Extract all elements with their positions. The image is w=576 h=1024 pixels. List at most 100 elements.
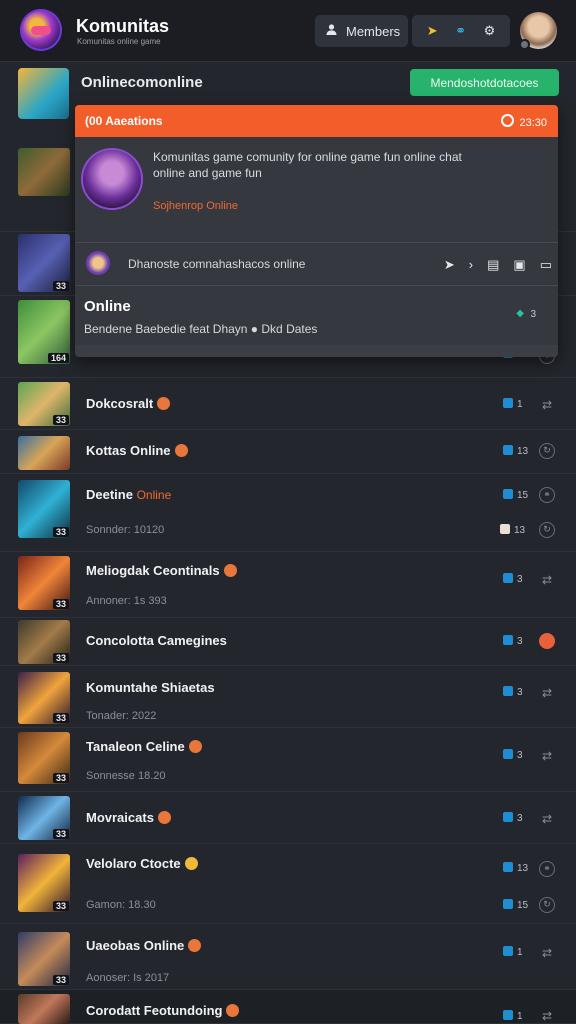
community-name: Uaeobas Online — [86, 938, 202, 953]
list-item[interactable]: 33 Tanaleon Celine Sonnesse 18.20 3 ⇄ — [0, 728, 576, 792]
toolbar-group: ➤ ⚭ ⚙ — [412, 15, 510, 47]
list-item[interactable]: 33 Meliogdak Ceontinals Annoner: 1s 393 … — [0, 552, 576, 618]
community-name: Movraicats — [86, 810, 171, 825]
game-thumbnail: 33 — [18, 556, 70, 610]
folder-icon[interactable]: ▤ — [487, 257, 499, 273]
game-thumbnail: 33 — [18, 854, 70, 912]
sender-avatar — [83, 150, 141, 208]
list-item[interactable]: 33 Movraicats 3 ⇄ — [0, 792, 576, 844]
mini-avatar — [86, 251, 110, 275]
community-meta: Tonader: 2022 — [86, 710, 157, 722]
game-thumbnail: 33 — [18, 620, 70, 664]
community-name: Dokcosralt — [86, 396, 171, 411]
game-thumbnail — [18, 436, 70, 470]
member-count: 3 — [503, 749, 523, 761]
community-meta: Sonnesse 18.20 — [86, 770, 166, 782]
list-item[interactable]: 33 Deetine Online Sonnder: 10120 15 ⚭ 13… — [0, 474, 576, 552]
user-icon — [325, 23, 338, 39]
community-name: Komuntahe Shiaetas — [86, 680, 215, 695]
arrows-icon[interactable]: ⇄ — [539, 397, 555, 413]
arrows-icon[interactable]: ⇄ — [539, 685, 555, 701]
gem-count: 3 — [530, 309, 536, 320]
notification-link[interactable]: Sojhenrop Online — [153, 200, 238, 212]
notification-popup: (00 Aaeations 23:30 Komunitas game comun… — [75, 105, 558, 357]
notification-message: Komunitas game comunity for online game … — [153, 150, 462, 180]
online-heading: Online — [84, 298, 131, 315]
game-thumbnail: 33 — [18, 932, 70, 986]
app-title: Komunitas — [76, 16, 170, 36]
game-thumbnail — [18, 148, 70, 196]
settings-icon[interactable]: ⚙ — [484, 23, 496, 39]
user-avatar[interactable] — [519, 12, 557, 50]
game-thumbnail: 33 — [18, 382, 70, 426]
list-item[interactable]: 33 Dokcosralt 1 ⇄ — [0, 378, 576, 430]
channel-title: Onlinecomonline — [81, 74, 203, 91]
app-subtitle: Komunitas online game — [77, 37, 161, 46]
community-meta: Aonoser: Is 2017 — [86, 972, 170, 984]
list-item[interactable]: 33 Uaeobas Online Aonoser: Is 2017 1 ⇄ — [0, 924, 576, 990]
member-count: 1 — [503, 1010, 523, 1022]
clock-icon[interactable]: ↻ — [539, 443, 555, 459]
notification-title: (00 Aaeations — [85, 114, 163, 128]
arrows-icon[interactable]: ⇄ — [539, 748, 555, 764]
member-count: 13 — [503, 862, 528, 874]
avatar-icon[interactable] — [539, 633, 555, 649]
arrows-icon[interactable]: ⇄ — [539, 811, 555, 827]
window-icon[interactable]: ▭ — [540, 257, 552, 273]
member-count: 13 — [503, 445, 528, 457]
app-header: Komunitas Komunitas online game Members … — [0, 0, 576, 62]
arrows-icon[interactable]: ⇄ — [539, 1008, 555, 1024]
community-name: Corodatt Feotundoing — [86, 1003, 240, 1018]
list-item[interactable]: 33 Concolotta Camegines 3 — [0, 618, 576, 666]
clock-icon[interactable]: ↻ — [539, 897, 555, 913]
community-name: Deetine Online — [86, 487, 172, 502]
channel-thumbnail — [18, 68, 69, 119]
save-icon[interactable]: ▣ — [513, 257, 525, 273]
app-logo — [20, 9, 62, 51]
game-thumbnail: 33 — [18, 480, 70, 538]
link-icon[interactable]: ⚭ — [455, 23, 466, 39]
game-thumbnail: 33 — [18, 732, 70, 784]
notification-time: 23:30 — [501, 114, 547, 129]
community-name: Velolaro Ctocte — [86, 856, 198, 871]
globe-icon[interactable]: ⚭ — [539, 487, 555, 503]
member-count-secondary: 15 — [503, 899, 528, 911]
game-thumbnail — [18, 994, 70, 1024]
member-count-secondary: 13 — [500, 524, 525, 536]
list-item[interactable]: Kottas Online 13 ↻ — [0, 430, 576, 474]
community-name: Tanaleon Celine — [86, 739, 202, 754]
notification-header: (00 Aaeations 23:30 — [75, 105, 558, 137]
join-button[interactable]: Mendoshotdotacoes — [410, 69, 559, 96]
status-dot — [519, 39, 530, 50]
chevron-right-icon[interactable]: › — [469, 257, 473, 273]
list-item[interactable]: 33 Komuntahe Shiaetas Tonader: 2022 3 ⇄ — [0, 666, 576, 728]
pin-icon[interactable]: ➤ — [444, 257, 455, 273]
notification-subrow: Dhanoste comnahashacos online ➤ › ▤ ▣ ▭ — [75, 243, 558, 285]
clock-icon[interactable]: ↻ — [539, 522, 555, 538]
members-button[interactable]: Members — [315, 15, 408, 47]
subrow-text: Dhanoste comnahashacos online — [128, 257, 306, 271]
online-text: Bendene Baebedie feat Dhayn ● Dkd Dates — [84, 322, 318, 336]
member-count: 3 — [503, 812, 523, 824]
game-thumbnail: 33 — [18, 796, 70, 840]
arrows-icon[interactable]: ⇄ — [539, 945, 555, 961]
member-count: 3 — [503, 635, 523, 647]
game-thumbnail: 33 — [18, 234, 70, 292]
community-name: Meliogdak Ceontinals — [86, 563, 237, 578]
globe-icon[interactable]: ⚭ — [539, 861, 555, 877]
pin-icon[interactable]: ➤ — [427, 23, 438, 39]
community-name: Kottas Online — [86, 443, 188, 458]
list-item[interactable]: 33 Velolaro Ctocte Gamon: 18.30 13 ⚭ 15 … — [0, 844, 576, 924]
community-meta: Annoner: 1s 393 — [86, 595, 167, 607]
community-meta: Sonnder: 10120 — [86, 524, 165, 536]
member-count: 15 — [503, 489, 528, 501]
members-label: Members — [346, 23, 401, 39]
member-count: 3 — [503, 573, 523, 585]
list-item[interactable]: Corodatt Feotundoing 1 ⇄ — [0, 990, 576, 1024]
member-count: 1 — [503, 398, 523, 410]
game-thumbnail: 33 — [18, 672, 70, 724]
arrows-icon[interactable]: ⇄ — [539, 572, 555, 588]
community-name: Concolotta Camegines — [86, 633, 227, 648]
popup-footer — [75, 345, 558, 357]
divider — [75, 285, 558, 286]
